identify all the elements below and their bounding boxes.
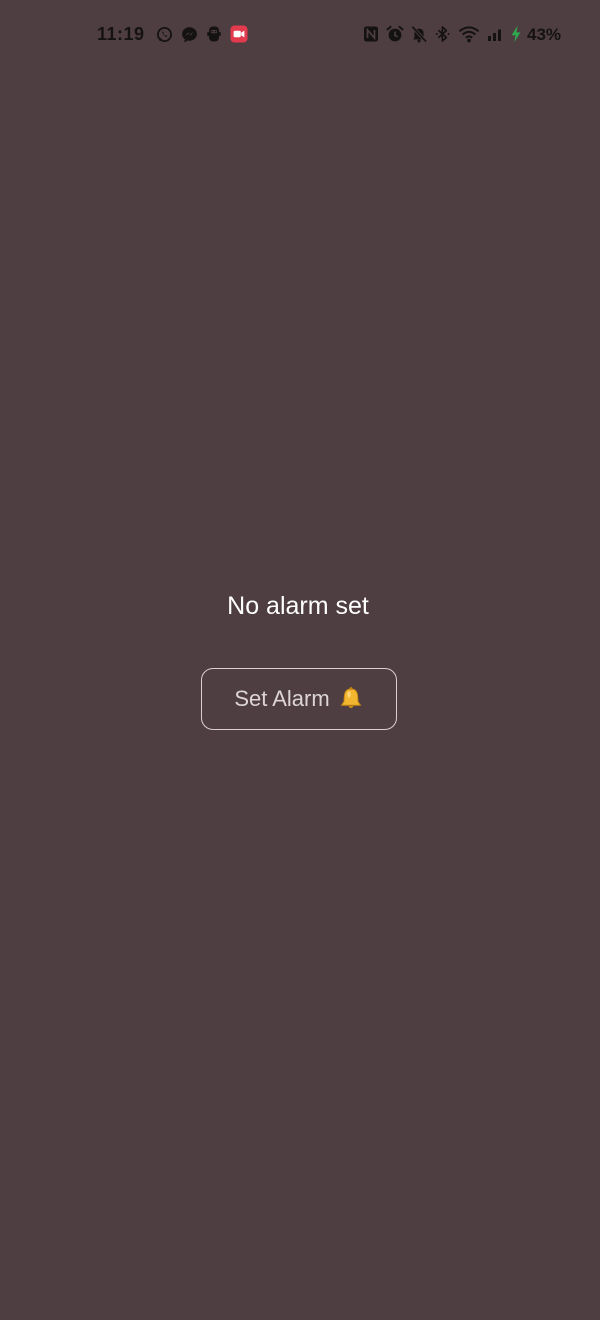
whatsapp-icon: [155, 24, 173, 44]
set-alarm-label: Set Alarm: [234, 686, 330, 711]
bluetooth-icon: [434, 24, 452, 44]
alarm-clock-icon: [386, 24, 404, 44]
notification-icons: [155, 24, 248, 44]
set-alarm-button[interactable]: Set Alarm: [201, 668, 397, 730]
screen-record-icon: [230, 24, 248, 44]
no-alarm-message: No alarm set: [227, 592, 369, 620]
status-time: 11:19: [97, 24, 145, 44]
wifi-icon: [458, 24, 480, 44]
status-bar: 11:19 43%: [0, 0, 600, 68]
bell-icon: [338, 686, 364, 712]
battery-charging-icon: [510, 24, 522, 44]
empty-state: No alarm set: [0, 590, 600, 622]
nfc-icon: [362, 24, 380, 44]
robot-icon: [205, 24, 223, 44]
do-not-disturb-icon: [410, 24, 428, 44]
signal-icon: [486, 24, 504, 44]
system-icons: [362, 24, 522, 44]
alarm-screen: 11:19 43% No alarm set Set Alarm: [0, 0, 600, 1320]
battery-percent: 43%: [527, 25, 562, 44]
messenger-icon: [180, 24, 198, 44]
